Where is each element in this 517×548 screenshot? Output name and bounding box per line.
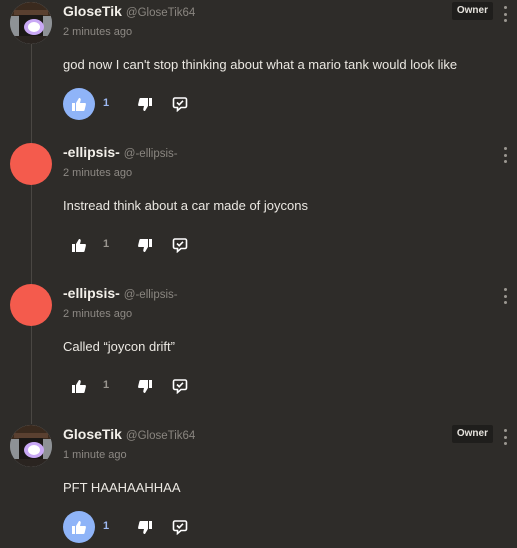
comment-timestamp: 2 minutes ago: [63, 26, 133, 38]
like-button[interactable]: [63, 229, 95, 261]
comment-author[interactable]: GloseTik @GloseTik64: [63, 3, 195, 19]
like-count: 1: [103, 238, 110, 250]
more-options-icon[interactable]: [502, 429, 508, 445]
more-options-icon[interactable]: [502, 288, 508, 304]
dislike-button[interactable]: [137, 519, 153, 535]
dislike-button[interactable]: [137, 378, 153, 394]
thumbs-down-icon: [138, 520, 152, 534]
author-name[interactable]: -ellipsis-: [63, 285, 120, 301]
author-handle[interactable]: @-ellipsis-: [124, 148, 178, 160]
comment-text: god now I can't stop thinking about what…: [63, 57, 458, 72]
comment-text: PFT HAAHAAHHAA: [63, 480, 181, 495]
knight-avatar-icon: [10, 2, 52, 44]
comment-actions: 1: [63, 88, 203, 120]
like-button[interactable]: [63, 370, 95, 402]
comment-actions: 1: [63, 229, 203, 261]
owner-badge: Owner: [451, 2, 493, 20]
thumbs-up-icon: [72, 379, 86, 393]
avatar[interactable]: [10, 284, 52, 326]
comment-actions: 1: [63, 511, 203, 543]
reply-icon: [172, 238, 188, 253]
thumbs-up-icon: [72, 520, 86, 534]
comment-timestamp: 2 minutes ago: [63, 167, 133, 179]
thumbs-down-icon: [138, 97, 152, 111]
knight-avatar-icon: [10, 425, 52, 467]
thumbs-down-icon: [138, 238, 152, 252]
thumbs-down-icon: [138, 379, 152, 393]
dislike-button[interactable]: [137, 96, 153, 112]
like-count: 1: [103, 379, 110, 391]
reply-icon: [172, 97, 188, 112]
comment: -ellipsis- @-ellipsis- 2 minutes ago Call…: [0, 282, 517, 412]
reply-button[interactable]: [171, 95, 189, 113]
like-count: 1: [103, 520, 110, 532]
author-handle[interactable]: @-ellipsis-: [124, 289, 178, 301]
avatar[interactable]: [10, 143, 52, 185]
comment-timestamp: 2 minutes ago: [63, 308, 133, 320]
comment-author[interactable]: -ellipsis- @-ellipsis-: [63, 285, 178, 301]
comment-timestamp: 1 minute ago: [63, 449, 127, 461]
reply-button[interactable]: [171, 518, 189, 536]
more-options-icon[interactable]: [502, 6, 508, 22]
reply-button[interactable]: [171, 377, 189, 395]
comment-text: Instread think about a car made of joyco…: [63, 198, 308, 213]
avatar[interactable]: [10, 425, 52, 467]
comment: GloseTik @GloseTik64 2 minutes ago Owner …: [0, 0, 517, 130]
like-count: 1: [103, 97, 110, 109]
thumbs-up-icon: [72, 238, 86, 252]
thumbs-up-icon: [72, 97, 86, 111]
like-button[interactable]: [63, 88, 95, 120]
avatar[interactable]: [10, 2, 52, 44]
comment-author[interactable]: -ellipsis- @-ellipsis-: [63, 144, 178, 160]
reply-icon: [172, 379, 188, 394]
like-button[interactable]: [63, 511, 95, 543]
reply-button[interactable]: [171, 236, 189, 254]
reply-icon: [172, 520, 188, 535]
author-handle[interactable]: @GloseTik64: [126, 430, 195, 442]
comment-text: Called “joycon drift”: [63, 339, 175, 354]
dislike-button[interactable]: [137, 237, 153, 253]
owner-badge: Owner: [451, 425, 493, 443]
comment: GloseTik @GloseTik64 1 minute ago Owner P…: [0, 423, 517, 548]
comment: -ellipsis- @-ellipsis- 2 minutes ago Inst…: [0, 141, 517, 271]
comment-author[interactable]: GloseTik @GloseTik64: [63, 426, 195, 442]
author-name[interactable]: -ellipsis-: [63, 144, 120, 160]
author-name[interactable]: GloseTik: [63, 3, 122, 19]
author-name[interactable]: GloseTik: [63, 426, 122, 442]
author-handle[interactable]: @GloseTik64: [126, 7, 195, 19]
more-options-icon[interactable]: [502, 147, 508, 163]
comment-actions: 1: [63, 370, 203, 402]
